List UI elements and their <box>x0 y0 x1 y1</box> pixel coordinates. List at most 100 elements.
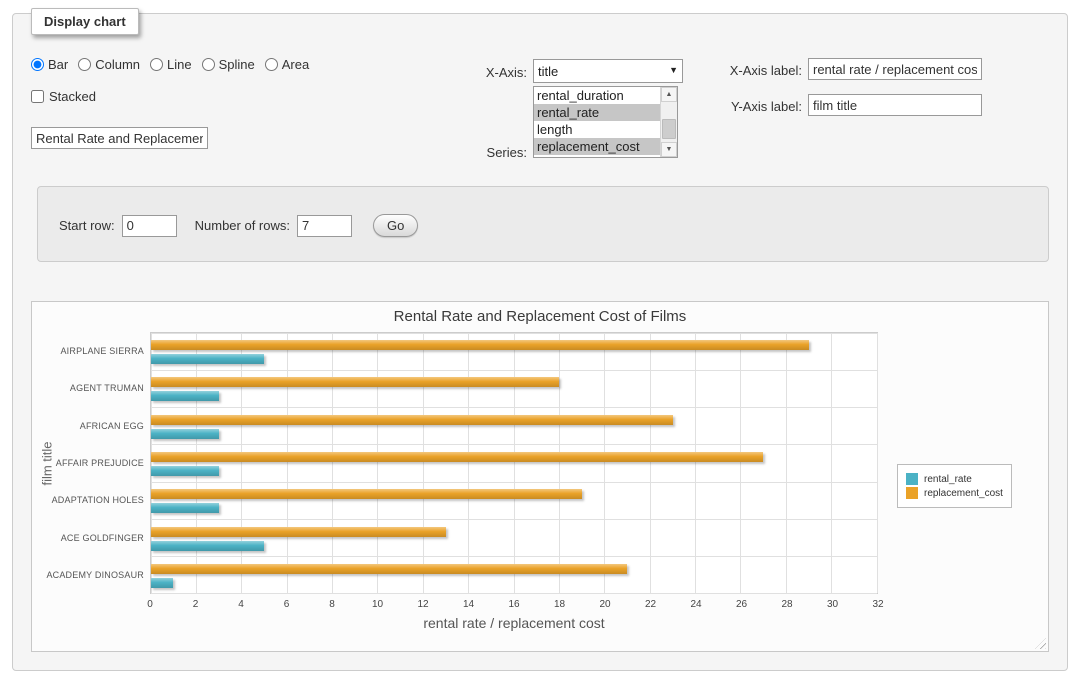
v-gridline <box>831 333 832 593</box>
x-tick-label: 30 <box>827 599 838 610</box>
x-axis-label-input[interactable] <box>808 58 982 80</box>
chart-type-line-label: Line <box>167 57 192 72</box>
chart-type-area-radio[interactable] <box>265 58 278 71</box>
start-row-input[interactable] <box>122 215 177 237</box>
chart-type-bar[interactable]: Bar <box>31 57 68 72</box>
chart-type-column[interactable]: Column <box>78 57 140 72</box>
display-chart-fieldset: Display chart Bar Column Line Spline Are… <box>12 13 1068 671</box>
bar-rental_rate <box>151 391 219 401</box>
y-category-label: AFRICAN EGG <box>32 421 144 431</box>
rows-panel: Start row: Number of rows: Go <box>37 186 1049 262</box>
x-axis-select-label: X-Axis: <box>417 65 527 80</box>
y-axis-label-label: Y-Axis label: <box>613 99 802 114</box>
y-category-label: AGENT TRUMAN <box>32 383 144 393</box>
chart-title: Rental Rate and Replacement Cost of Film… <box>32 308 1048 325</box>
chart-legend: rental_ratereplacement_cost <box>897 464 1012 508</box>
y-category-label: ADAPTATION HOLES <box>32 495 144 505</box>
bar-rental_rate <box>151 466 219 476</box>
h-gridline <box>151 407 877 408</box>
h-gridline <box>151 444 877 445</box>
chart-type-spline-radio[interactable] <box>202 58 215 71</box>
h-gridline <box>151 333 877 334</box>
resize-handle-icon[interactable] <box>1035 638 1046 649</box>
x-tick-label: 16 <box>508 599 519 610</box>
chart-type-bar-radio[interactable] <box>31 58 44 71</box>
x-tick-label: 6 <box>284 599 290 610</box>
x-tick-label: 4 <box>238 599 244 610</box>
chart-type-line-radio[interactable] <box>150 58 163 71</box>
chart-type-column-radio[interactable] <box>78 58 91 71</box>
legend-swatch <box>906 473 918 485</box>
bar-rental_rate <box>151 541 264 551</box>
v-gridline <box>332 333 333 593</box>
x-axis-ticks: 02468101214161820222426283032 <box>150 599 878 613</box>
h-gridline <box>151 556 877 557</box>
bar-replacement_cost <box>151 489 582 499</box>
chart-type-column-label: Column <box>95 57 140 72</box>
legend-label: replacement_cost <box>924 488 1003 499</box>
stacked-option[interactable]: Stacked <box>31 89 96 104</box>
chart-type-radio-group: Bar Column Line Spline Area <box>31 57 319 72</box>
v-gridline <box>151 333 152 593</box>
v-gridline <box>468 333 469 593</box>
chart-type-spline-label: Spline <box>219 57 255 72</box>
x-tick-label: 20 <box>599 599 610 610</box>
y-category-label: ACE GOLDFINGER <box>32 533 144 543</box>
bar-rental_rate <box>151 354 264 364</box>
bar-replacement_cost <box>151 415 673 425</box>
go-button[interactable]: Go <box>373 214 418 237</box>
x-axis-title: rental rate / replacement cost <box>150 615 878 631</box>
scrollbar-thumb[interactable] <box>662 119 676 139</box>
series-option-length[interactable]: length <box>534 121 677 138</box>
y-axis-label-input[interactable] <box>808 94 982 116</box>
legend-swatch <box>906 487 918 499</box>
y-axis-labels: AIRPLANE SIERRAAGENT TRUMANAFRICAN EGGAF… <box>32 332 144 594</box>
scroll-down-icon[interactable]: ▼ <box>661 142 677 157</box>
bar-replacement_cost <box>151 377 559 387</box>
chart-type-spline[interactable]: Spline <box>202 57 255 72</box>
v-gridline <box>604 333 605 593</box>
chart-container: Rental Rate and Replacement Cost of Film… <box>31 301 1049 652</box>
series-select-label: Series: <box>417 145 527 160</box>
v-gridline <box>877 333 878 593</box>
v-gridline <box>695 333 696 593</box>
x-tick-label: 18 <box>554 599 565 610</box>
chart-type-line[interactable]: Line <box>150 57 192 72</box>
stacked-checkbox[interactable] <box>31 90 44 103</box>
x-tick-label: 12 <box>417 599 428 610</box>
number-of-rows-input[interactable] <box>297 215 352 237</box>
legend-entry: replacement_cost <box>906 487 1003 499</box>
start-row-label: Start row: <box>59 218 115 233</box>
chart-type-area[interactable]: Area <box>265 57 309 72</box>
h-gridline <box>151 593 877 594</box>
v-gridline <box>650 333 651 593</box>
v-gridline <box>559 333 560 593</box>
v-gridline <box>377 333 378 593</box>
x-tick-label: 28 <box>781 599 792 610</box>
chart-title-input[interactable] <box>31 127 208 149</box>
plot-area <box>150 332 878 594</box>
x-tick-label: 24 <box>690 599 701 610</box>
x-tick-label: 8 <box>329 599 335 610</box>
x-tick-label: 10 <box>372 599 383 610</box>
bar-replacement_cost <box>151 527 446 537</box>
series-listbox[interactable]: rental_duration rental_rate length repla… <box>533 86 678 158</box>
bar-replacement_cost <box>151 564 627 574</box>
v-gridline <box>196 333 197 593</box>
bar-replacement_cost <box>151 340 809 350</box>
number-of-rows-label: Number of rows: <box>195 218 290 233</box>
bar-rental_rate <box>151 578 173 588</box>
chart-type-bar-label: Bar <box>48 57 68 72</box>
x-tick-label: 0 <box>147 599 153 610</box>
stacked-label: Stacked <box>49 89 96 104</box>
x-tick-label: 26 <box>736 599 747 610</box>
fieldset-legend: Display chart <box>31 8 139 35</box>
v-gridline <box>740 333 741 593</box>
bar-replacement_cost <box>151 452 763 462</box>
rows-panel-controls: Start row: Number of rows: Go <box>59 214 418 237</box>
y-category-label: AIRPLANE SIERRA <box>32 346 144 356</box>
chart-type-area-label: Area <box>282 57 309 72</box>
v-gridline <box>241 333 242 593</box>
series-list-scrollbar[interactable]: ▲ ▼ <box>660 87 677 157</box>
series-option-replacement-cost[interactable]: replacement_cost <box>534 138 677 155</box>
